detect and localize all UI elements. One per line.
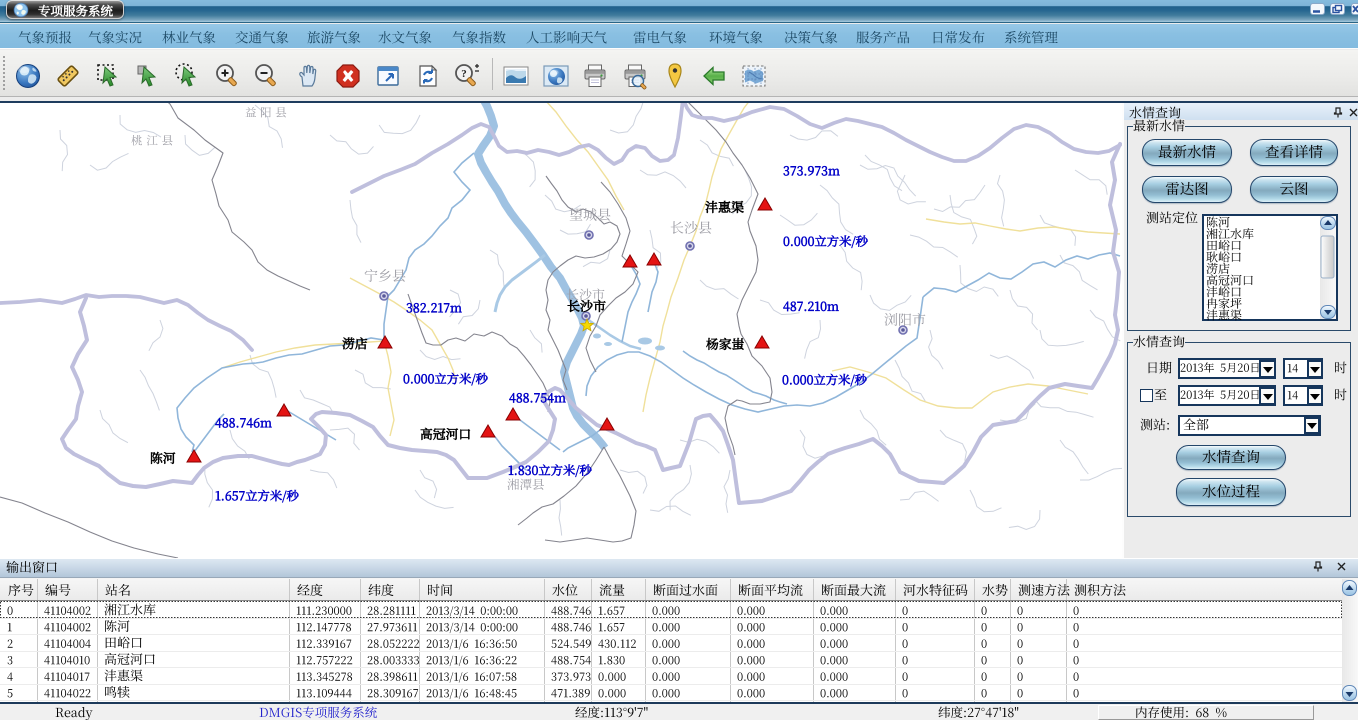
- svg-text:?: ?: [461, 68, 467, 80]
